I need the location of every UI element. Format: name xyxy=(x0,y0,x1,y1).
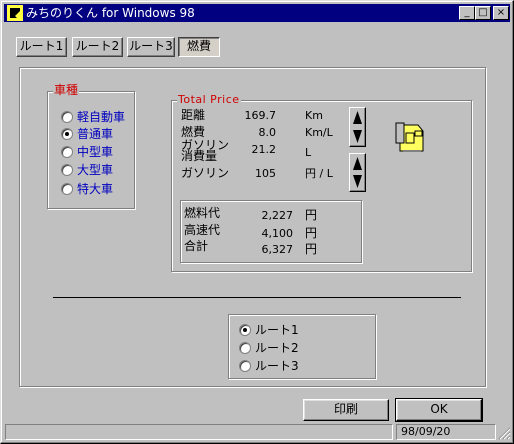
radio-circle[interactable] xyxy=(239,360,251,372)
highway-cost-label: 高速代 xyxy=(184,223,221,237)
gas-consumption-unit: L xyxy=(305,146,312,159)
app-window: みちのりくん for Windows 98 _ □ × ルート1 ルート2 ルー… xyxy=(0,0,514,444)
total-price-legend: Total Price xyxy=(177,93,241,106)
fuel-economy-unit: Km/L xyxy=(305,126,333,139)
total-cost-label: 合計 xyxy=(184,239,209,253)
status-panel-main xyxy=(5,424,393,440)
fuel-economy-label: 燃費 xyxy=(181,125,206,139)
vehicle-type-legend: 車種 xyxy=(53,83,80,97)
window-title: みちのりくん for Windows 98 xyxy=(26,6,195,20)
radio-dot xyxy=(243,328,247,332)
gas-consumption-value: 21.2 xyxy=(251,143,277,156)
radio-circle[interactable] xyxy=(61,128,73,140)
distance-value: 169.7 xyxy=(244,109,277,122)
tab-fuel[interactable]: 燃費 xyxy=(178,37,220,57)
radio-circle[interactable] xyxy=(239,324,251,336)
radio-dot xyxy=(65,132,69,136)
distance-unit: Km xyxy=(305,109,323,122)
radio-circle[interactable] xyxy=(239,342,251,354)
radio-label: ルート2 xyxy=(255,341,299,355)
distance-label: 距離 xyxy=(181,108,206,122)
up-down-arrow-icon xyxy=(353,157,362,188)
total-cost-value: 6,327 xyxy=(261,243,294,256)
tab-route1[interactable]: ルート1 xyxy=(16,37,67,57)
tab-route2[interactable]: ルート2 xyxy=(72,37,123,57)
title-bar[interactable]: みちのりくん for Windows 98 _ □ × xyxy=(4,4,510,22)
divider-line xyxy=(53,297,461,298)
radio-circle[interactable] xyxy=(61,111,73,123)
resize-grip-icon[interactable] xyxy=(497,426,511,440)
close-icon: × xyxy=(496,7,506,18)
tab-route3[interactable]: ルート3 xyxy=(127,37,175,57)
radio-label: 中型車 xyxy=(77,145,114,159)
up-down-arrow-icon xyxy=(353,111,362,143)
fuel-economy-spinner[interactable] xyxy=(349,107,366,147)
gas-pump-icon xyxy=(395,122,424,152)
maximize-icon: □ xyxy=(478,7,488,18)
maximize-button[interactable]: □ xyxy=(475,6,491,20)
highway-cost-value: 4,100 xyxy=(261,227,294,240)
fuel-economy-value: 8.0 xyxy=(258,126,277,139)
radio-label: ルート3 xyxy=(255,359,299,373)
radio-label: 大型車 xyxy=(77,163,114,177)
gas-consumption-label-2: 消費量 xyxy=(181,149,218,163)
fuel-cost-unit: 円 xyxy=(305,208,318,222)
gas-price-unit: 円 / L xyxy=(305,167,333,180)
print-button[interactable]: 印刷 xyxy=(303,399,389,421)
gas-price-spinner[interactable] xyxy=(349,153,366,192)
minimize-icon: _ xyxy=(464,7,470,18)
radio-circle[interactable] xyxy=(61,164,73,176)
minimize-button[interactable]: _ xyxy=(459,6,475,20)
radio-label: 普通車 xyxy=(77,127,114,141)
status-date: 98/09/20 xyxy=(396,424,496,440)
close-button[interactable]: × xyxy=(493,6,509,20)
radio-circle[interactable] xyxy=(61,183,73,195)
gas-price-label: ガソリン xyxy=(181,166,230,180)
total-cost-unit: 円 xyxy=(305,242,318,256)
fuel-cost-label: 燃料代 xyxy=(184,206,221,220)
radio-label: 特大車 xyxy=(77,182,114,196)
radio-label: ルート1 xyxy=(255,323,299,337)
ok-button[interactable]: OK xyxy=(395,398,483,422)
gas-price-value: 105 xyxy=(255,167,276,180)
radio-label: 軽自動車 xyxy=(77,110,126,124)
app-arrow-icon xyxy=(7,5,23,21)
fuel-cost-value: 2,227 xyxy=(261,209,294,222)
radio-circle[interactable] xyxy=(61,146,73,158)
highway-cost-unit: 円 xyxy=(305,226,318,240)
